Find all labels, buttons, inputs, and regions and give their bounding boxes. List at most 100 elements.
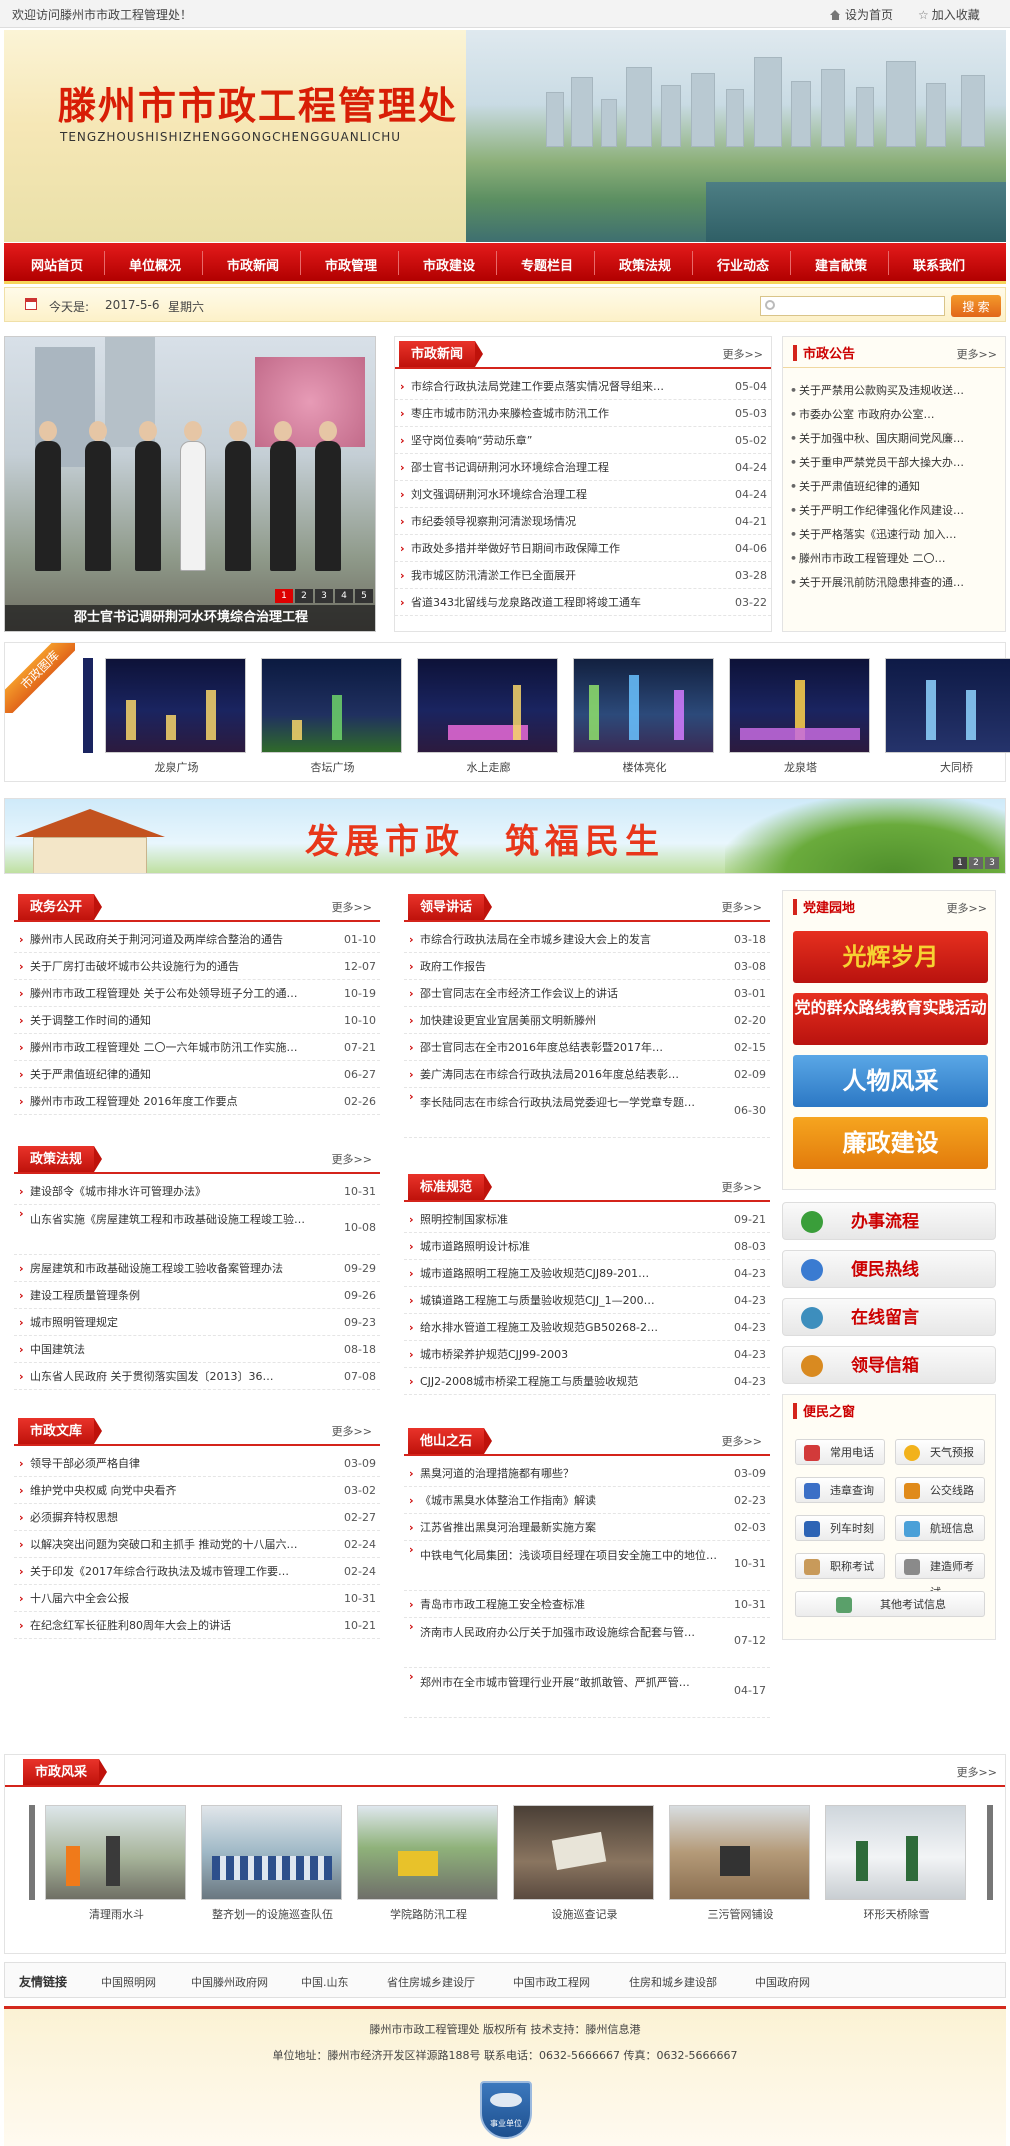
list-item[interactable]: 济南市人民政府办公厅关于加强市政设施综合配套与管…07-12 (404, 1618, 770, 1668)
notice-more-link[interactable]: 更多>> (957, 346, 997, 362)
list-item[interactable]: 邵士官同志在全市经济工作会议上的讲话03-01 (404, 980, 770, 1007)
flight-info-button[interactable]: 航班信息 (895, 1515, 985, 1541)
list-item[interactable]: 市委办公室 市政府办公室… (783, 403, 1005, 427)
list-item[interactable]: 市综合行政执法局党建工作要点落实情况督导组来…05-04 (395, 373, 771, 400)
list-item[interactable]: 滕州市市政工程管理处 二〇一六年城市防汛工作实施…07-21 (14, 1034, 380, 1061)
link-item[interactable]: 中国.山东 (301, 1974, 349, 1990)
nav-industry[interactable]: 行业动态 (703, 255, 783, 274)
list-item[interactable]: 关于加强中秋、国庆期间党风廉… (783, 427, 1005, 451)
list-item[interactable]: 维护党中央权威 向党中央看齐03-02 (14, 1477, 380, 1504)
train-schedule-button[interactable]: 列车时刻 (795, 1515, 885, 1541)
nav-policy[interactable]: 政策法规 (605, 255, 685, 274)
list-item[interactable]: 李长陆同志在市综合行政执法局党委迎七一学党章专题…06-30 (404, 1088, 770, 1138)
search-input[interactable] (760, 296, 945, 316)
link-item[interactable]: 中国照明网 (101, 1974, 156, 1990)
party-more-link[interactable]: 更多>> (947, 900, 987, 916)
promo-glory-years[interactable]: 光辉岁月 (793, 931, 988, 983)
institution-badge[interactable]: 事业单位 (480, 2081, 532, 2139)
gallery-item[interactable]: 杏坛广场 (261, 658, 404, 775)
service-hotline-button[interactable]: 便民热线 (782, 1250, 996, 1288)
list-item[interactable]: 关于严禁用公款购买及违规收送… (783, 379, 1005, 403)
list-item[interactable]: 刘文强调研荆河水环境综合治理工程04-24 (395, 481, 771, 508)
list-item[interactable]: 领导干部必须严格自律03-09 (14, 1450, 380, 1477)
showcase-item[interactable]: 清理雨水斗 (45, 1805, 188, 1922)
list-item[interactable]: 关于印发《2017年综合行政执法及城市管理工作要…02-24 (14, 1558, 380, 1585)
search-button[interactable]: 搜 索 (951, 295, 1001, 317)
link-item[interactable]: 中国滕州政府网 (191, 1974, 268, 1990)
list-item[interactable]: 城市桥梁养护规范CJJ99-200304-23 (404, 1341, 770, 1368)
gov-affairs-more-link[interactable]: 更多>> (332, 899, 372, 915)
nav-contact[interactable]: 联系我们 (899, 255, 979, 274)
list-item[interactable]: 加快建设更宜业宜居美丽文明新滕州02-20 (404, 1007, 770, 1034)
bus-route-button[interactable]: 公交线路 (895, 1477, 985, 1503)
nav-about[interactable]: 单位概况 (115, 255, 195, 274)
list-item[interactable]: 给水排水管道工程施工及验收规范GB50268-2…04-23 (404, 1314, 770, 1341)
list-item[interactable]: 关于严肃值班纪律的通知06-27 (14, 1061, 380, 1088)
nav-suggestions[interactable]: 建言献策 (801, 255, 881, 274)
nav-topics[interactable]: 专题栏目 (507, 255, 587, 274)
weather-button[interactable]: 天气预报 (895, 1439, 985, 1465)
list-item[interactable]: 枣庄市城市防汛办来滕检查城市防汛工作05-03 (395, 400, 771, 427)
promo-people[interactable]: 人物风采 (793, 1055, 988, 1107)
news-more-link[interactable]: 更多>> (723, 346, 763, 362)
promo-integrity[interactable]: 廉政建设 (793, 1117, 988, 1169)
set-homepage-link[interactable]: 设为首页 (830, 6, 893, 23)
list-item[interactable]: 城市照明管理规定09-23 (14, 1309, 380, 1336)
slide-dot[interactable]: 4 (335, 589, 353, 603)
list-item[interactable]: 《城市黑臭水体整治工作指南》解读02-23 (404, 1487, 770, 1514)
list-item[interactable]: 建设工程质量管理条例09-26 (14, 1282, 380, 1309)
leader-speech-more-link[interactable]: 更多>> (722, 899, 762, 915)
list-item[interactable]: 城镇道路工程施工与质量验收规范CJJ_1—200…04-23 (404, 1287, 770, 1314)
list-item[interactable]: 关于调整工作时间的通知10-10 (14, 1007, 380, 1034)
list-item[interactable]: 市政处多措并举做好节日期间市政保障工作04-06 (395, 535, 771, 562)
nav-construction[interactable]: 市政建设 (409, 255, 489, 274)
list-item[interactable]: 滕州市市政工程管理处 2016年度工作要点02-26 (14, 1088, 380, 1115)
list-item[interactable]: 关于严明工作纪律强化作风建设… (783, 499, 1005, 523)
list-item[interactable]: CJJ2-2008城市桥梁工程施工与质量验收规范04-23 (404, 1368, 770, 1395)
policy-more-link[interactable]: 更多>> (332, 1151, 372, 1167)
list-item[interactable]: 省道343北留线与龙泉路改道工程即将竣工通车03-22 (395, 589, 771, 616)
list-item[interactable]: 黑臭河道的治理措施都有哪些？03-09 (404, 1460, 770, 1487)
list-item[interactable]: 中铁电气化局集团：浅谈项目经理在项目安全施工中的地位…10-31 (404, 1541, 770, 1591)
slideshow-caption[interactable]: 邵士官书记调研荆河水环境综合治理工程 (5, 605, 375, 631)
service-message-button[interactable]: 在线留言 (782, 1298, 996, 1336)
list-item[interactable]: 关于严格落实《迅速行动 加入… (783, 523, 1005, 547)
list-item[interactable]: 照明控制国家标准09-21 (404, 1206, 770, 1233)
news-slideshow[interactable]: 12345 邵士官书记调研荆河水环境综合治理工程 (4, 336, 376, 632)
list-item[interactable]: 邵士官同志在全市2016年度总结表彰暨2017年…02-15 (404, 1034, 770, 1061)
slogan-banner[interactable]: 发展市政 筑福民生 123 (4, 798, 1006, 874)
other-exam-button[interactable]: 其他考试信息 (795, 1591, 985, 1617)
violation-query-button[interactable]: 违章查询 (795, 1477, 885, 1503)
list-item[interactable]: 政府工作报告03-08 (404, 953, 770, 980)
list-item[interactable]: 邵士官书记调研荆河水环境综合治理工程04-24 (395, 454, 771, 481)
list-item[interactable]: 郑州市在全市城市管理行业开展“敢抓敢管、严抓严管…04-17 (404, 1668, 770, 1718)
showcase-item[interactable]: 环形天桥除雪 (825, 1805, 968, 1922)
constructor-exam-button[interactable]: 建造师考试 (895, 1553, 985, 1599)
list-item[interactable]: 滕州市市政工程管理处 关于公布处领导班子分工的通…10-19 (14, 980, 380, 1007)
list-item[interactable]: 关于严肃值班纪律的通知 (783, 475, 1005, 499)
list-item[interactable]: 建设部令《城市排水许可管理办法》10-31 (14, 1178, 380, 1205)
service-mailbox-button[interactable]: 领导信箱 (782, 1346, 996, 1384)
gallery-item[interactable]: 龙泉广场 (105, 658, 248, 775)
list-item[interactable]: 十八届六中全会公报10-31 (14, 1585, 380, 1612)
list-item[interactable]: 姜广涛同志在市综合行政执法局2016年度总结表彰…02-09 (404, 1061, 770, 1088)
showcase-more-link[interactable]: 更多>> (957, 1764, 997, 1780)
list-item[interactable]: 关于厂房打击破坏城市公共设施行为的通告12-07 (14, 953, 380, 980)
list-item[interactable]: 房屋建筑和市政基础设施工程竣工验收备案管理办法09-29 (14, 1255, 380, 1282)
slide-dot[interactable]: 3 (315, 589, 333, 603)
common-phone-button[interactable]: 常用电话 (795, 1439, 885, 1465)
add-favorite-link[interactable]: ☆ 加入收藏 (918, 6, 980, 23)
link-item[interactable]: 中国市政工程网 (513, 1974, 590, 1990)
list-item[interactable]: 城市道路照明设计标准08-03 (404, 1233, 770, 1260)
list-item[interactable]: 江苏省推出黑臭河治理最新实施方案02-03 (404, 1514, 770, 1541)
list-item[interactable]: 关于开展汛前防汛隐患排查的通… (783, 571, 1005, 595)
promo-mass-line[interactable]: 党的群众路线教育实践活动 (793, 993, 988, 1045)
list-item[interactable]: 滕州市市政工程管理处 二〇… (783, 547, 1005, 571)
list-item[interactable]: 必须摒弃特权思想02-27 (14, 1504, 380, 1531)
nav-management[interactable]: 市政管理 (311, 255, 391, 274)
slide-dot[interactable]: 1 (275, 589, 293, 603)
list-item[interactable]: 中国建筑法08-18 (14, 1336, 380, 1363)
gallery-item[interactable]: 大同桥 (885, 658, 1010, 775)
library-more-link[interactable]: 更多>> (332, 1423, 372, 1439)
service-process-button[interactable]: 办事流程 (782, 1202, 996, 1240)
